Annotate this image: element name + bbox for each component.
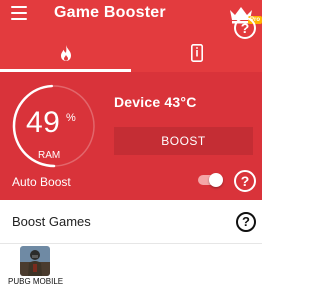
boost-games-help-icon[interactable]: ? <box>236 212 256 232</box>
game-item-pubg-mobile[interactable]: PUBG MOBILE <box>8 244 68 294</box>
hamburger-menu-icon[interactable] <box>11 6 27 20</box>
tab-bar <box>0 34 262 72</box>
auto-boost-help-icon[interactable]: ? <box>234 170 256 192</box>
boost-games-header: Boost Games ? <box>0 200 262 244</box>
app-bar: Game Booster Pro <box>0 0 263 34</box>
tab-boost[interactable] <box>0 34 131 72</box>
tab-device-info[interactable] <box>131 34 262 72</box>
boost-button[interactable]: BOOST <box>114 127 253 155</box>
auto-boost-toggle[interactable] <box>198 173 223 187</box>
toggle-thumb <box>209 173 223 187</box>
ram-percent-sign: % <box>66 112 76 124</box>
ram-usage-value: 49 <box>26 106 61 139</box>
app-title: Game Booster <box>54 4 166 21</box>
ram-label: RAM <box>38 150 61 161</box>
game-name: PUBG MOBILE <box>8 277 64 286</box>
boost-games-title: Boost Games <box>12 214 91 229</box>
fire-icon <box>61 45 71 61</box>
device-temperature: Device 43°C <box>114 94 197 110</box>
pubg-mobile-icon <box>20 246 50 276</box>
auto-boost-label: Auto Boost <box>12 175 71 189</box>
device-help-icon[interactable]: ? <box>234 17 256 39</box>
phone-info-icon <box>191 44 203 62</box>
